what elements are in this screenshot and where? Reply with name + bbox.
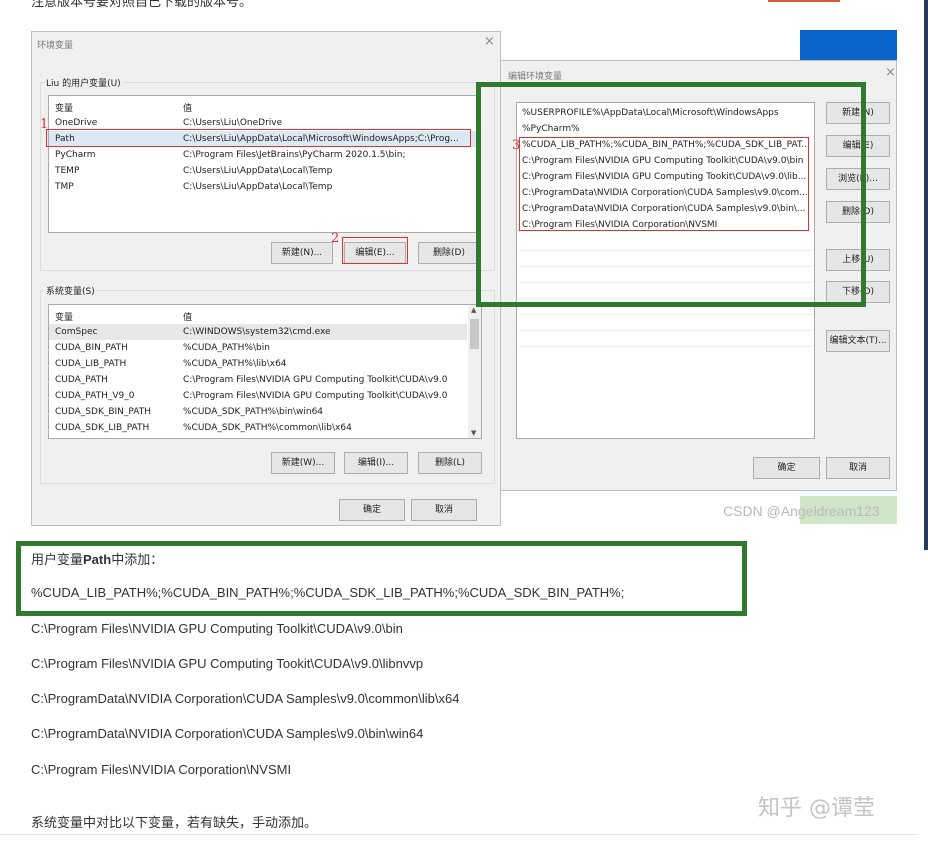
var-value: C:\Users\Liu\AppData\Local\Temp: [183, 166, 333, 176]
path-line-nvsmi: C:\Program Files\NVIDIA Corporation\NVSM…: [31, 762, 292, 777]
scroll-down-icon[interactable]: ▼: [471, 429, 476, 437]
path-line-samples-lib: C:\ProgramData\NVIDIA Corporation\CUDA S…: [31, 691, 460, 706]
table-row[interactable]: CUDA_PATH C:\Program Files\NVIDIA GPU Co…: [49, 372, 467, 388]
col-header-variable: 变量: [55, 104, 74, 114]
table-row[interactable]: CUDA_BIN_PATH %CUDA_PATH%\bin: [49, 340, 467, 356]
annotation-2: 2: [331, 231, 340, 246]
list-divider: [517, 346, 814, 347]
scroll-up-icon[interactable]: ▲: [471, 306, 476, 314]
var-value: C:\Users\Liu\OneDrive: [183, 118, 283, 128]
path-line-samples-bin: C:\ProgramData\NVIDIA Corporation\CUDA S…: [31, 726, 424, 741]
sys-delete-button[interactable]: 删除(L): [418, 452, 482, 474]
bottom-divider: [0, 834, 918, 835]
ok-button[interactable]: 确定: [339, 499, 405, 521]
edit-button-highlight: [342, 237, 408, 264]
user-new-button[interactable]: 新建(N)...: [271, 242, 333, 264]
csdn-watermark: CSDN @Angeldream123: [723, 503, 880, 519]
scroll-thumb[interactable]: [470, 319, 479, 349]
var-name: CUDA_PATH_V9_0: [55, 391, 135, 401]
dialog-title: 环境变量: [37, 41, 74, 51]
path-row-highlight: [46, 129, 471, 147]
cancel-button[interactable]: 取消: [826, 457, 890, 479]
close-icon[interactable]: ×: [885, 65, 896, 80]
heading-bold: Path: [83, 552, 112, 567]
sys-new-button[interactable]: 新建(W)...: [271, 452, 335, 474]
path-line-libnvvp: C:\Program Files\NVIDIA GPU Computing To…: [31, 656, 424, 671]
col-header-value: 值: [183, 104, 193, 114]
var-value: %CUDA_PATH%\lib\x64: [183, 359, 287, 369]
var-value: %CUDA_PATH%\bin: [183, 343, 270, 353]
close-icon[interactable]: ×: [484, 34, 495, 49]
user-vars-label: Liu 的用户变量(U): [44, 76, 123, 89]
var-value: C:\Program Files\NVIDIA GPU Computing To…: [183, 375, 448, 385]
path-instruction-heading: 用户变量Path中添加：: [31, 549, 163, 568]
table-row[interactable]: CUDA_SDK_LIB_PATH %CUDA_SDK_PATH%\common…: [49, 420, 467, 436]
user-delete-button[interactable]: 删除(D): [418, 242, 480, 264]
user-vars-list[interactable]: 变量 值 OneDrive C:\Users\Liu\OneDrive Path…: [48, 95, 479, 233]
env-variables-dialog: 环境变量 × Liu 的用户变量(U) 变量 值 OneDrive C:\Use…: [31, 31, 501, 526]
var-name: CUDA_SDK_BIN_PATH: [55, 407, 151, 417]
var-name: ComSpec: [55, 327, 98, 337]
var-name: OneDrive: [55, 118, 98, 128]
table-row[interactable]: PyCharm C:\Program Files\JetBrains\PyCha…: [49, 147, 478, 163]
list-divider: [517, 314, 814, 315]
cancel-button[interactable]: 取消: [411, 499, 477, 521]
table-row[interactable]: CUDA_LIB_PATH %CUDA_PATH%\lib\x64: [49, 356, 467, 372]
sys-edit-button[interactable]: 编辑(I)...: [344, 452, 408, 474]
table-row-selected[interactable]: ComSpec C:\WINDOWS\system32\cmd.exe: [49, 324, 467, 340]
ok-button[interactable]: 确定: [753, 457, 820, 479]
top-red-strip: [768, 0, 840, 2]
sys-vars-scrollbar[interactable]: ▲ ▼: [468, 305, 481, 438]
col-header-value: 值: [183, 313, 193, 323]
var-value: C:\Program Files\NVIDIA GPU Computing To…: [183, 391, 448, 401]
table-row[interactable]: TEMP C:\Users\Liu\AppData\Local\Temp: [49, 163, 478, 179]
var-name: PyCharm: [55, 150, 96, 160]
var-value: C:\Users\Liu\AppData\Local\Temp: [183, 182, 333, 192]
path-line-cuda-bin: C:\Program Files\NVIDIA GPU Computing To…: [31, 621, 403, 636]
var-name: TEMP: [55, 166, 80, 176]
var-name: CUDA_PATH: [55, 375, 108, 385]
heading-suffix: 中添加：: [111, 552, 164, 567]
var-name: CUDA_LIB_PATH: [55, 359, 127, 369]
screen-edge: [924, 0, 928, 550]
edit-list-green-highlight: [476, 82, 866, 307]
table-row[interactable]: CUDA_PATH_V9_0 C:\Program Files\NVIDIA G…: [49, 388, 467, 404]
annotation-1: 1: [40, 117, 49, 132]
var-name: TMP: [55, 182, 74, 192]
sys-vars-label: 系统变量(S): [44, 284, 97, 297]
var-value: C:\Program Files\JetBrains\PyCharm 2020.…: [183, 150, 406, 160]
col-header-variable: 变量: [55, 313, 74, 323]
var-value: %CUDA_SDK_PATH%\bin\win64: [183, 407, 324, 417]
dialog-title: 编辑环境变量: [508, 72, 563, 82]
var-name: CUDA_BIN_PATH: [55, 343, 128, 353]
edit-text-button[interactable]: 编辑文本(T)...: [826, 330, 890, 352]
var-value: C:\WINDOWS\system32\cmd.exe: [183, 327, 331, 337]
var-value: %CUDA_SDK_PATH%\common\lib\x64: [183, 423, 352, 433]
list-divider: [517, 330, 814, 331]
table-row[interactable]: CUDA_SDK_BIN_PATH %CUDA_SDK_PATH%\bin\wi…: [49, 404, 467, 420]
table-row[interactable]: TMP C:\Users\Liu\AppData\Local\Temp: [49, 179, 478, 195]
zhihu-watermark: 知乎 @谭莹: [758, 796, 875, 821]
heading-prefix: 用户变量: [31, 552, 84, 567]
top-cut-text: 注意版本号要对照自己下载的版本号。: [31, 0, 253, 9]
path-value-line: %CUDA_LIB_PATH%;%CUDA_BIN_PATH%;%CUDA_SD…: [31, 585, 625, 600]
sys-vars-list[interactable]: 变量 值 ComSpec C:\WINDOWS\system32\cmd.exe…: [48, 304, 482, 439]
system-vars-instruction: 系统变量中对比以下变量，若有缺失，手动添加。: [31, 815, 318, 830]
var-name: CUDA_SDK_LIB_PATH: [55, 423, 150, 433]
